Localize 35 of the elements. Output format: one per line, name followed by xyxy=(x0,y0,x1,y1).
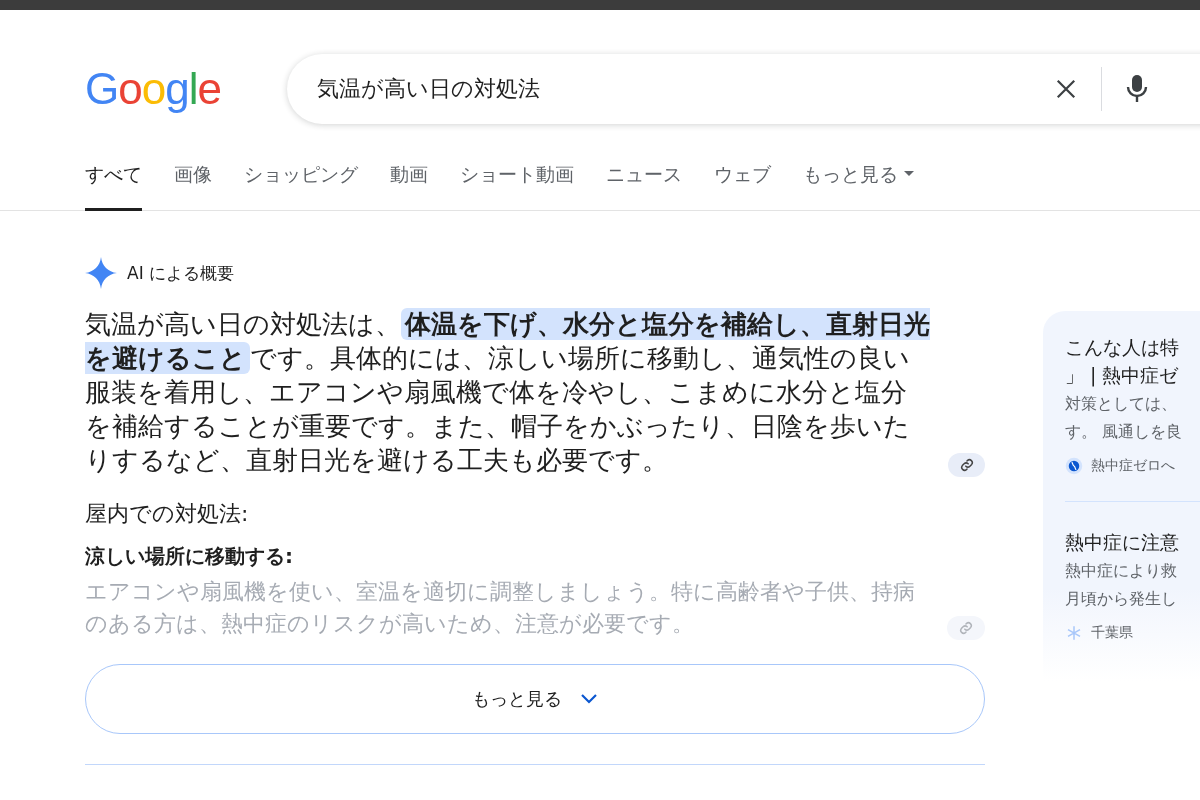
caret-icon xyxy=(904,171,914,177)
source-title[interactable]: こんな人は特 xyxy=(1065,333,1200,361)
source-site-name: 千葉県 xyxy=(1091,624,1133,642)
show-more-button[interactable]: もっと見る xyxy=(85,664,985,734)
search-tab[interactable]: ウェブ xyxy=(714,140,771,211)
source-snippet: 熱中症により救 xyxy=(1065,560,1178,582)
sparkle-icon xyxy=(85,257,117,289)
chevron-down-icon xyxy=(580,693,598,705)
item-heading: 涼しい場所に移動する: xyxy=(85,543,294,570)
asterisk-icon xyxy=(1065,624,1083,642)
search-tab[interactable]: 画像 xyxy=(174,140,212,211)
section-heading: 屋内での対処法: xyxy=(85,500,250,528)
globe-icon xyxy=(1065,457,1083,475)
search-tab[interactable]: ニュース xyxy=(606,140,682,211)
summary-paragraph: 気温が高い日の対処法は、体温を下げ、水分と塩分を補給し、直射日光を避けることです。具体的には、涼しい場所に移動し、通気性の良い服装を着用し、エアコンや扇風機で体を冷やし、こまめに水分と塩分を補給することが重要です。また、帽子をかぶったり、日陰を歩いたりするなど、直射日光を避ける工夫も必要です。 xyxy=(85,307,931,477)
link-icon xyxy=(959,621,974,635)
ai-overview-title: AI による概要 xyxy=(127,261,235,285)
link-chip[interactable] xyxy=(948,453,985,477)
source-title[interactable]: 」 | 熱中症ゼ xyxy=(1065,361,1200,389)
source-snippet: 対策としては、 xyxy=(1065,393,1178,415)
item-text: エアコンや扇風機を使い、室温を適切に調整しましょう。特に高齢者や子供、持病のある方は、熱中症のリスクが高いため、注意が必要です。 xyxy=(85,578,916,638)
search-tab[interactable]: 動画 xyxy=(390,140,428,211)
close-icon[interactable] xyxy=(1055,78,1077,100)
search-tab[interactable]: すべて xyxy=(85,140,142,211)
source-snippet: す。 風通しを良 xyxy=(1065,421,1184,443)
search-tab[interactable]: もっと見る xyxy=(803,140,914,211)
source-site-name: 熱中症ゼロへ xyxy=(1091,457,1175,475)
search-input[interactable]: 気温が高い日の対処法 xyxy=(314,75,1031,103)
search-tab[interactable]: ショッピング xyxy=(244,140,358,211)
source-title[interactable]: 熱中症に注意 xyxy=(1065,528,1200,556)
google-logo[interactable]: Google xyxy=(85,64,221,114)
microphone-icon[interactable] xyxy=(1126,74,1148,104)
link-icon xyxy=(959,458,974,472)
source-snippet: 月頃から発生し xyxy=(1065,588,1178,610)
search-tab[interactable]: ショート動画 xyxy=(460,140,574,211)
